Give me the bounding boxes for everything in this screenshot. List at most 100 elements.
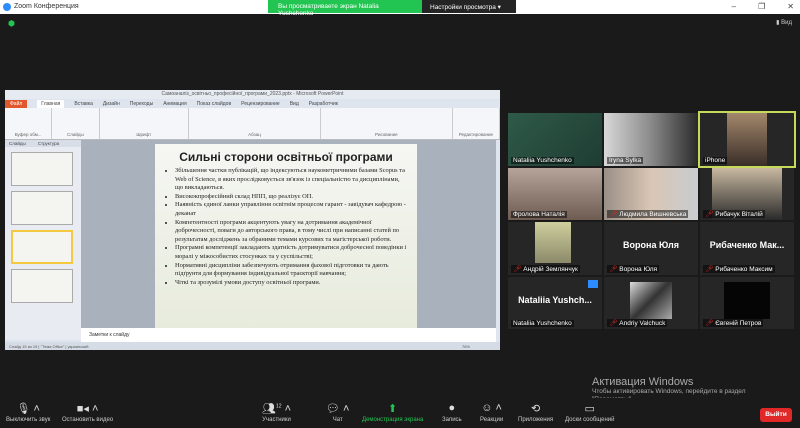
record-label: Запись: [442, 417, 462, 423]
ppt-tab[interactable]: Показ слайдов: [197, 101, 231, 107]
slide-notes[interactable]: Заметки к слайду: [81, 328, 496, 342]
ribbon-group: Слайды: [52, 108, 100, 139]
ppt-tab[interactable]: Переходы: [130, 101, 153, 107]
slide-thumbnail[interactable]: [11, 152, 73, 186]
leave-button[interactable]: Выйти: [760, 408, 792, 422]
shared-screen: Самоаналіз_освітньо_професійної_програми…: [5, 90, 500, 350]
ppt-tab[interactable]: Главная: [37, 99, 65, 108]
apps-icon: ⟲: [530, 403, 541, 415]
view-label: Вид: [781, 20, 792, 26]
ribbon-group: Буфер обм...: [5, 108, 53, 139]
muted-mic-icon: 🎤︎: [705, 211, 714, 218]
participant-tile-active-speaker[interactable]: iPhone: [698, 111, 796, 168]
share-screen-button[interactable]: ⬆ Демонстрация экрана: [362, 402, 423, 423]
minimize-button[interactable]: –: [732, 2, 736, 11]
slide-bullet: Нормативні дисципліни забезпечують отрим…: [175, 262, 409, 279]
ppt-tab[interactable]: Вид: [290, 101, 299, 107]
close-button[interactable]: ✕: [787, 2, 794, 11]
participant-tile[interactable]: Nataliia Yushch... Nataliia Yushchenko: [508, 276, 602, 329]
apps-button[interactable]: ⟲ Приложения: [518, 402, 553, 423]
participant-name: Nataliia Yushchenko: [513, 156, 572, 164]
ppt-tab[interactable]: Разработчик: [309, 101, 338, 107]
slide-bullet: Наявність єдиної ланки управління освітн…: [175, 201, 409, 218]
participant-tile[interactable]: Iryna Sylka: [604, 113, 698, 166]
ribbon-group: Рисование: [321, 108, 453, 139]
maximize-button[interactable]: ❐: [758, 2, 765, 11]
apps-label: Приложения: [518, 417, 554, 423]
participants-button[interactable]: 👥︎12 ˄ Участники: [262, 402, 291, 423]
whiteboards-button[interactable]: ▭ Доски сообщений: [565, 402, 615, 423]
status-text: Слайд 15 из 19 | "Тема Office" | украинс…: [9, 344, 89, 349]
whiteboards-label: Доски сообщений: [565, 417, 615, 423]
slide-bullet: Висококпрофесійний склад НПП, що реалізу…: [175, 193, 409, 202]
security-shield-icon[interactable]: ⬢: [8, 19, 15, 28]
participant-name: Iryna Sylka: [609, 156, 642, 164]
participant-name: Андрій Землянчук: [523, 265, 578, 273]
ppt-tab[interactable]: Рецензирование: [241, 101, 280, 107]
participant-name: Фролова Наталія: [513, 211, 565, 218]
slide-bullet: Чіткі та зрозумілі умови доступу освітнь…: [175, 279, 409, 288]
participant-name: Nataliia Yushchenko: [513, 320, 572, 327]
participant-name: iPhone: [705, 156, 726, 164]
ppt-tab[interactable]: Файл: [5, 99, 28, 108]
participant-tile[interactable]: Ворона Юля 🎤︎ Ворона Юля: [604, 222, 698, 275]
ppt-tab[interactable]: Дизайн: [103, 101, 120, 107]
chat-icon: 💬︎ ˄: [326, 403, 350, 415]
tab-outline[interactable]: Структура: [38, 141, 59, 146]
participant-tile[interactable]: 🎤︎ Людмила Вишневська: [604, 167, 698, 220]
record-icon: ●: [448, 402, 456, 414]
slide-bullet: Збільшення частки публікацій, що індексу…: [175, 167, 409, 193]
video-label: Остановить видео: [62, 417, 114, 423]
slide-thumbnail[interactable]: [11, 191, 73, 225]
slide-thumbnail-selected[interactable]: [11, 230, 73, 264]
participant-tile[interactable]: Фролова Наталія: [508, 167, 602, 220]
participant-tile[interactable]: 🎤︎ Андрій Землянчук: [508, 222, 602, 275]
tile-options-icon[interactable]: [588, 279, 598, 288]
participant-name: Ворона Юля: [619, 265, 658, 273]
slide-title: Сильні сторони освітньої програми: [179, 150, 393, 164]
sharing-banner: Вы просматриваете экран Natalia Yushchen…: [268, 0, 422, 17]
mute-button[interactable]: 🎙︎ ˄ Выключить звук: [6, 402, 50, 423]
ppt-tab[interactable]: Вставка: [74, 101, 93, 107]
participant-tile[interactable]: 🎤︎ Рибачук Віталій: [700, 167, 794, 220]
participant-tile[interactable]: Рибаченко Мак... 🎤︎ Рибаченко Максим: [700, 222, 794, 275]
record-button[interactable]: ● Запись: [442, 402, 462, 423]
participant-tile[interactable]: 🎤︎ Andriy Valchuck: [604, 276, 698, 329]
chat-button[interactable]: 💬︎ ˄ Чат: [326, 402, 349, 423]
participants-label: Участники: [262, 417, 291, 423]
participant-name: Євгеній Петров: [715, 320, 762, 327]
ppt-title: Самоаналіз_освітньо_професійної_програми…: [5, 90, 500, 99]
share-label: Демонстрация экрана: [362, 417, 424, 423]
participant-name: Рибачук Віталій: [715, 211, 763, 218]
participant-name-display: Nataliia Yushch...: [518, 294, 592, 305]
reactions-icon: ☺ ˄: [481, 402, 502, 414]
ppt-tab[interactable]: Анимация: [163, 101, 186, 107]
activation-title: Активация Windows: [592, 376, 694, 388]
muted-mic-icon: 🎤︎: [609, 265, 618, 273]
reactions-label: Реакции: [480, 417, 504, 423]
ribbon-group: Редактирование: [453, 108, 500, 139]
muted-mic-icon: 🎤︎: [609, 320, 618, 327]
participant-name: Людмила Вишневська: [619, 211, 687, 218]
chat-label: Чат: [332, 417, 343, 423]
participant-gallery: Nataliia Yushchenko Iryna Sylka iPhone Ф…: [508, 111, 796, 333]
zoom-logo-icon: [3, 3, 11, 11]
participant-name: Рибаченко Максим: [715, 265, 773, 273]
slide-thumbnail[interactable]: [11, 269, 73, 303]
video-camera-icon: ■◂ ˄: [76, 403, 99, 415]
participant-tile[interactable]: Nataliia Yushchenko: [508, 113, 602, 166]
view-button[interactable]: ▮ Вид: [776, 19, 792, 26]
muted-mic-icon: 🎤︎: [513, 265, 522, 273]
muted-mic-icon: 🎤︎: [705, 320, 714, 327]
participant-tile[interactable]: 🎤︎ Євгеній Петров: [700, 276, 794, 329]
participants-icon: 👥︎12 ˄: [262, 403, 292, 415]
view-options-button[interactable]: Настройки просмотра ▾: [422, 0, 516, 13]
window-title: Zoom Конференция: [14, 3, 79, 10]
reactions-button[interactable]: ☺ ˄ Реакции: [480, 402, 503, 423]
muted-mic-icon: 🎤︎: [705, 265, 714, 273]
microphone-icon: 🎙︎ ˄: [16, 403, 40, 415]
stop-video-button[interactable]: ■◂ ˄ Остановить видео: [62, 402, 113, 423]
tab-slides[interactable]: Слайды: [9, 141, 26, 146]
muted-mic-icon: 🎤︎: [609, 211, 618, 218]
meeting-toolbar: 🎙︎ ˄ Выключить звук ■◂ ˄ Остановить видео …: [0, 398, 800, 428]
